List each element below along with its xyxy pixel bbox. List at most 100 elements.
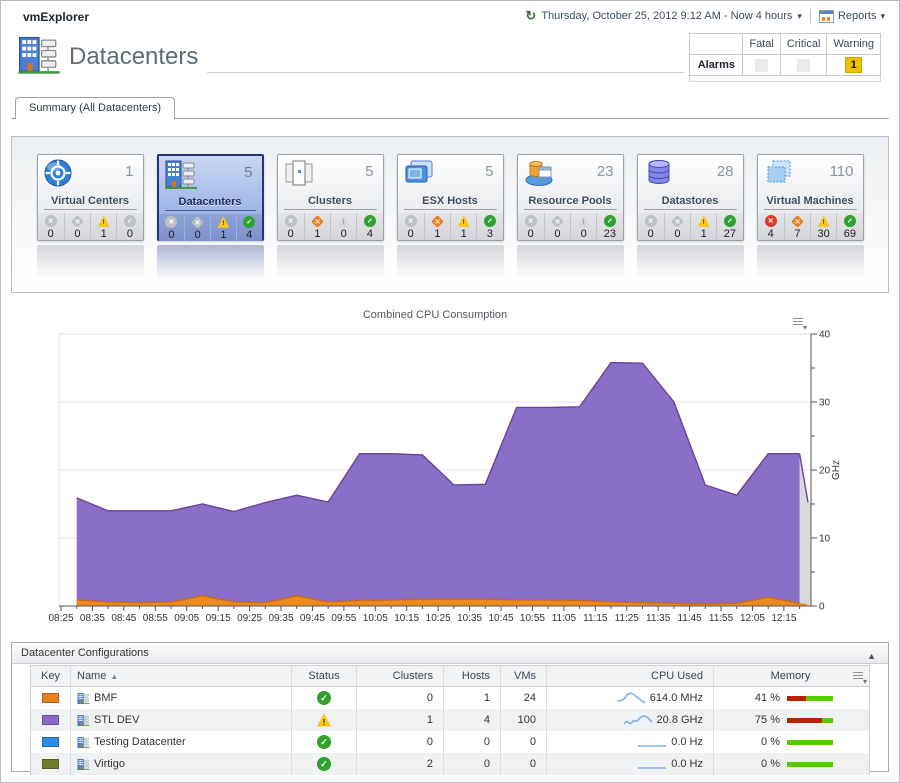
status-critical[interactable]: ✕0 bbox=[544, 213, 570, 240]
svg-text:09:35: 09:35 bbox=[268, 613, 293, 624]
status-normal[interactable]: ✓4 bbox=[356, 213, 382, 240]
status-normal-count: 23 bbox=[597, 228, 622, 240]
status-warning-count: 30 bbox=[811, 228, 836, 240]
status-warning[interactable]: !1 bbox=[90, 213, 116, 240]
column-header-clusters[interactable]: Clusters bbox=[356, 666, 443, 686]
status-normal[interactable]: ✓4 bbox=[236, 214, 262, 241]
column-header-memory[interactable]: Memory bbox=[713, 666, 867, 686]
status-fatal[interactable]: ✕4 bbox=[758, 213, 784, 240]
status-critical[interactable]: ✕0 bbox=[184, 214, 210, 241]
column-header-cpu-used[interactable]: CPU Used bbox=[546, 666, 713, 686]
status-normal[interactable]: ✓27 bbox=[716, 213, 742, 240]
cpu-sparkline bbox=[638, 757, 668, 771]
status-warning[interactable]: !30 bbox=[810, 213, 836, 240]
resource-pools-icon bbox=[523, 158, 555, 191]
tile-datastores[interactable]: 28Datastores✕0✕0!1✓27 bbox=[637, 154, 744, 241]
status-warning-count: 1 bbox=[451, 228, 476, 240]
datacenter-icon bbox=[77, 714, 90, 727]
status-critical-count: 0 bbox=[65, 228, 90, 240]
status-warning[interactable]: !1 bbox=[450, 213, 476, 240]
tile-esx-hosts[interactable]: 5ESX Hosts✕0✕1!1✓3 bbox=[397, 154, 504, 241]
status-critical[interactable]: ✕7 bbox=[784, 213, 810, 240]
tile-clusters[interactable]: 5Clusters✕0✕1!0✓4 bbox=[277, 154, 384, 241]
chart-title: Combined CPU Consumption bbox=[363, 309, 507, 321]
status-fatal-count: 0 bbox=[38, 228, 64, 240]
column-header-status[interactable]: Status bbox=[291, 666, 356, 686]
reports-menu[interactable]: Reports ▾ bbox=[819, 10, 885, 23]
status-warning[interactable]: !1 bbox=[690, 213, 716, 240]
hosts-value: 0 bbox=[443, 753, 500, 775]
svg-text:10: 10 bbox=[819, 534, 831, 545]
status-warning-count: 1 bbox=[91, 228, 116, 240]
warning-icon: ! bbox=[217, 216, 229, 228]
column-header-vms[interactable]: VMs bbox=[500, 666, 546, 686]
tab-summary-all-datacenters[interactable]: Summary (All Datacenters) bbox=[15, 97, 175, 119]
status-critical[interactable]: ✕0 bbox=[664, 213, 690, 240]
column-header-name[interactable]: Name▲ bbox=[70, 666, 291, 686]
memory-value: 75 % bbox=[742, 714, 780, 726]
column-header-hosts[interactable]: Hosts bbox=[443, 666, 500, 686]
status-normal[interactable]: ✓69 bbox=[836, 213, 862, 240]
tiles-reflection bbox=[12, 245, 888, 279]
normal-icon: ✓ bbox=[484, 215, 496, 227]
tile-virtual-machines[interactable]: 110Virtual Machines✕4✕7!30✓69 bbox=[757, 154, 864, 241]
status-critical[interactable]: ✕1 bbox=[304, 213, 330, 240]
datacenter-name[interactable]: Testing Datacenter bbox=[94, 736, 186, 748]
status-warning[interactable]: !0 bbox=[330, 213, 356, 240]
status-fatal[interactable]: ✕0 bbox=[38, 213, 64, 240]
status-warning[interactable]: !0 bbox=[570, 213, 596, 240]
status-critical[interactable]: ✕0 bbox=[64, 213, 90, 240]
series-key-swatch bbox=[42, 759, 59, 769]
status-normal-count: 3 bbox=[477, 228, 502, 240]
status-fatal-count: 4 bbox=[758, 228, 784, 240]
column-header-key[interactable]: Key bbox=[31, 666, 70, 686]
table-row-testing-datacenter[interactable]: Testing Datacenter✓0000.0 Hz0 % bbox=[31, 731, 869, 753]
vms-value: 0 bbox=[500, 731, 546, 753]
status-fatal-count: 0 bbox=[159, 229, 185, 241]
series-key-swatch bbox=[42, 715, 59, 725]
svg-text:11:05: 11:05 bbox=[552, 613, 577, 624]
normal-icon: ✓ bbox=[243, 216, 255, 228]
datacenter-name[interactable]: BMF bbox=[94, 692, 117, 704]
chart-customizer-icon[interactable] bbox=[793, 316, 805, 328]
status-fatal[interactable]: ✕0 bbox=[638, 213, 664, 240]
tile-resource-pools[interactable]: 23Resource Pools✕0✕0!0✓23 bbox=[517, 154, 624, 241]
page-title: Datacenters bbox=[69, 43, 198, 71]
time-range-selector[interactable]: ↻ Thursday, October 25, 2012 9:12 AM - N… bbox=[525, 8, 802, 24]
virtual-centers-icon bbox=[43, 158, 75, 191]
alarms-col-fatal: Fatal bbox=[743, 34, 780, 55]
clusters-icon bbox=[283, 158, 315, 191]
status-normal[interactable]: ✓23 bbox=[596, 213, 622, 240]
table-row-virtigo[interactable]: Virtigo✓2000.0 Hz0 % bbox=[31, 753, 869, 775]
topbar-controls: ↻ Thursday, October 25, 2012 9:12 AM - N… bbox=[525, 8, 885, 24]
alarms-col-critical: Critical bbox=[780, 34, 827, 55]
warning-count-badge[interactable]: 1 bbox=[845, 57, 862, 73]
table-row-stl-dev[interactable]: STL DEV!1410020.8 GHz75 % bbox=[31, 709, 869, 731]
status-fatal[interactable]: ✕0 bbox=[518, 213, 544, 240]
table-customizer-icon[interactable] bbox=[853, 670, 865, 682]
svg-text:30: 30 bbox=[819, 398, 831, 409]
svg-text:11:15: 11:15 bbox=[583, 613, 608, 624]
fatal-icon: ✕ bbox=[525, 215, 537, 227]
time-range-label: Thursday, October 25, 2012 9:12 AM - Now… bbox=[541, 10, 792, 22]
status-normal[interactable]: ✓0 bbox=[116, 213, 142, 240]
datacenter-icon bbox=[77, 736, 90, 749]
datacenter-name[interactable]: Virtigo bbox=[94, 758, 125, 770]
status-fatal[interactable]: ✕0 bbox=[398, 213, 424, 240]
object-tiles-panel: 1Virtual Centers✕0✕0!1✓05Datacenters✕0✕0… bbox=[11, 136, 889, 293]
datacenter-name[interactable]: STL DEV bbox=[94, 714, 139, 726]
status-fatal[interactable]: ✕0 bbox=[278, 213, 304, 240]
collapse-icon[interactable]: ▲ bbox=[867, 646, 876, 666]
table-row-bmf[interactable]: BMF✓0124614.0 MHz41 % bbox=[31, 687, 869, 709]
status-normal[interactable]: ✓3 bbox=[476, 213, 502, 240]
status-warning[interactable]: !1 bbox=[210, 214, 236, 241]
svg-text:09:15: 09:15 bbox=[206, 613, 231, 624]
tile-virtual-centers[interactable]: 1Virtual Centers✕0✕0!1✓0 bbox=[37, 154, 144, 241]
tile-datacenters[interactable]: 5Datacenters✕0✕0!1✓4 bbox=[157, 154, 264, 241]
status-critical[interactable]: ✕1 bbox=[424, 213, 450, 240]
status-critical-count: 0 bbox=[185, 229, 210, 241]
status-fatal[interactable]: ✕0 bbox=[159, 214, 185, 241]
alarms-warning-cell[interactable]: 1 bbox=[827, 55, 881, 76]
normal-icon: ✓ bbox=[317, 735, 331, 749]
app-title: vmExplorer bbox=[23, 10, 89, 24]
